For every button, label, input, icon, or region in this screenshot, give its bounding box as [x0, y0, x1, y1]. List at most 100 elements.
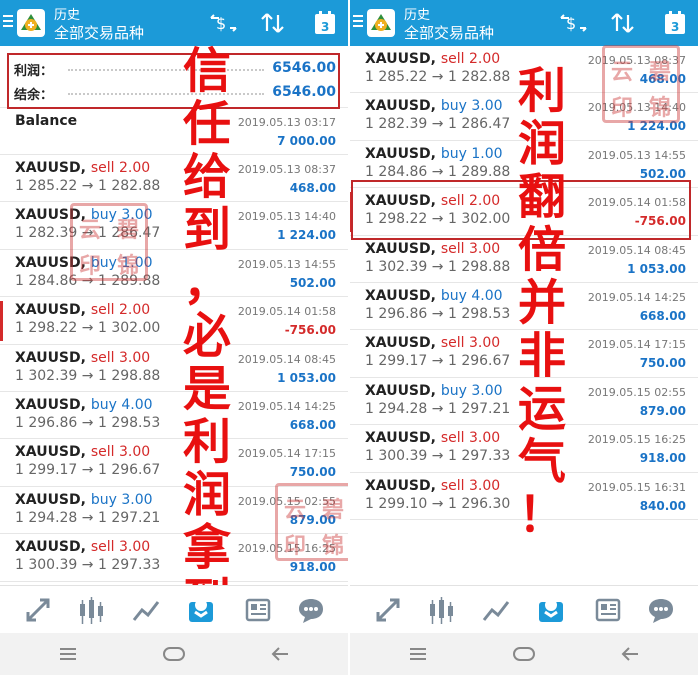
trade-profit: 918.00: [289, 560, 336, 575]
seal-stamp: 云 碧 印 锦: [275, 483, 348, 561]
trade-prices: 1 294.28 → 1 297.21: [15, 509, 161, 526]
trade-prices: 1 282.39 → 1 286.47: [365, 116, 511, 133]
calendar-icon[interactable]: 3: [660, 9, 690, 37]
trade-prices: 1 302.39 → 1 298.88: [15, 367, 161, 384]
trade-prices: 1 296.86 → 1 298.53: [15, 414, 161, 431]
back-icon[interactable]: [618, 642, 642, 666]
trade-side-volume: sell 3.00: [440, 430, 501, 447]
trade-side-volume: sell 2.00: [90, 302, 151, 319]
trade-prices: 1 300.39 → 1 297.33: [365, 448, 511, 465]
trade-side-volume: sell 2.00: [440, 51, 501, 67]
sort-icon[interactable]: [258, 9, 288, 37]
balance-row[interactable]: Balance 2019.05.13 03:17 7 000.00: [0, 108, 348, 155]
trade-icon[interactable]: [480, 594, 512, 626]
calendar-day: 3: [321, 20, 329, 34]
messages-icon[interactable]: [645, 594, 677, 626]
trade-symbol: XAUUSD, buy 1.00: [365, 146, 503, 162]
symbol-name: XAUUSD,: [365, 51, 436, 67]
trade-row[interactable]: XAUUSD, buy 4.00 1 296.86 → 1 298.53 2019.…: [0, 392, 348, 440]
trade-row[interactable]: XAUUSD, sell 3.00 1 299.17 → 1 296.67 2019…: [0, 439, 348, 487]
trade-symbol: XAUUSD, sell 3.00: [365, 430, 500, 446]
trade-row[interactable]: XAUUSD, sell 2.00 1 285.22 → 1 282.88 2019…: [0, 155, 348, 203]
quotes-icon[interactable]: [22, 594, 54, 626]
trade-time: 2019.05.14 17:15: [237, 447, 336, 461]
quotes-icon[interactable]: [372, 594, 404, 626]
trade-time: 2019.05.14 17:15: [587, 338, 686, 352]
trade-symbol: XAUUSD, buy 3.00: [365, 98, 503, 114]
menu-icon[interactable]: [3, 15, 13, 27]
trade-prices: 1 285.22 → 1 282.88: [365, 69, 511, 85]
home-icon[interactable]: [162, 642, 186, 666]
trade-profit: 668.00: [289, 417, 336, 432]
app-bar: 历史 全部交易品种 $ 3: [350, 0, 698, 46]
overlay-char: 必: [182, 308, 231, 364]
trade-time: 2019.05.15 16:31: [587, 480, 686, 494]
trade-profit: 840.00: [639, 498, 686, 513]
trade-side-volume: sell 3.00: [90, 349, 151, 366]
menu-icon[interactable]: [353, 15, 363, 27]
symbol-name: XAUUSD,: [365, 98, 436, 115]
trade-time: 2019.05.14 14:25: [237, 399, 336, 413]
currency-swap-icon[interactable]: $: [558, 9, 588, 37]
app-bar: 历史 全部交易品种 $ 3: [0, 0, 348, 46]
balance-label: Balance: [15, 113, 78, 129]
trade-side-volume: sell 3.00: [440, 240, 501, 257]
trade-profit: -756.00: [284, 323, 336, 338]
overlay-char: 是: [182, 361, 231, 417]
recent-apps-icon[interactable]: [56, 642, 80, 666]
trade-prices: 1 294.28 → 1 297.21: [365, 400, 511, 417]
overlay-caption: 利润翻倍并非运气！: [513, 67, 571, 544]
trade-symbol: XAUUSD, buy 3.00: [365, 383, 503, 399]
trade-symbol: XAUUSD, sell 2.00: [15, 302, 150, 318]
trade-profit: 750.00: [639, 356, 686, 371]
history-icon[interactable]: [185, 594, 217, 626]
screen-title: 历史: [404, 8, 431, 23]
symbol-filter[interactable]: 全部交易品种: [54, 22, 144, 43]
calendar-icon[interactable]: 3: [310, 9, 340, 37]
trade-row[interactable]: XAUUSD, sell 3.00 1 302.39 → 1 298.88 2019…: [0, 345, 348, 392]
overlay-char: 翻: [517, 169, 566, 225]
recent-apps-icon[interactable]: [406, 642, 430, 666]
trade-prices: 1 299.17 → 1 296.67: [15, 462, 161, 479]
news-icon[interactable]: [242, 594, 274, 626]
trade-side-volume: sell 3.00: [90, 539, 151, 556]
chart-icon[interactable]: [425, 594, 457, 626]
trade-profit: 502.00: [639, 166, 686, 181]
overlay-char: 利: [182, 414, 231, 470]
trade-row[interactable]: XAUUSD, sell 2.00 1 298.22 → 1 302.00 2019…: [0, 297, 348, 345]
trade-time: 2019.05.14 14:25: [587, 290, 686, 304]
overlay-char: 倍: [517, 222, 566, 278]
messages-icon[interactable]: [295, 594, 327, 626]
news-icon[interactable]: [592, 594, 624, 626]
overlay-char: 润: [517, 116, 566, 172]
symbol-name: XAUUSD,: [15, 160, 86, 176]
trade-time: 2019.05.15 16:25: [587, 433, 686, 447]
symbol-filter[interactable]: 全部交易品种: [404, 22, 494, 43]
trade-side-volume: buy 3.00: [440, 382, 503, 399]
trade-symbol: XAUUSD, buy 4.00: [15, 397, 153, 413]
trade-prices: 1 300.39 → 1 297.33: [15, 557, 161, 574]
sort-icon[interactable]: [608, 9, 638, 37]
symbol-name: XAUUSD,: [15, 444, 86, 461]
overlay-char: 润: [182, 467, 231, 523]
chart-icon[interactable]: [75, 594, 107, 626]
home-icon[interactable]: [512, 642, 536, 666]
trade-profit: 668.00: [639, 308, 686, 323]
row-time: 2019.05.13 03:17: [237, 116, 336, 129]
trade-row[interactable]: XAUUSD, buy 1.00 1 284.86 → 1 289.88 2019.…: [0, 250, 348, 298]
trade-profit: 879.00: [639, 403, 686, 418]
trade-symbol: XAUUSD, sell 3.00: [15, 350, 150, 366]
currency-swap-icon[interactable]: $: [208, 9, 238, 37]
trade-time: 2019.05.13 14:40: [237, 210, 336, 224]
history-icon[interactable]: [535, 594, 567, 626]
trade-prices: 1 302.39 → 1 298.88: [365, 258, 511, 275]
trade-symbol: XAUUSD, sell 3.00: [365, 241, 500, 257]
overlay-char: ，: [182, 255, 231, 311]
trade-row[interactable]: XAUUSD, buy 3.00 1 282.39 → 1 286.47 2019.…: [0, 202, 348, 250]
seal-stamp: 云 碧 印 锦: [70, 203, 148, 281]
trade-icon[interactable]: [130, 594, 162, 626]
back-icon[interactable]: [268, 642, 292, 666]
trade-side-volume: buy 1.00: [440, 145, 503, 162]
symbol-name: XAUUSD,: [365, 335, 436, 352]
trade-side-volume: buy 4.00: [90, 396, 153, 413]
